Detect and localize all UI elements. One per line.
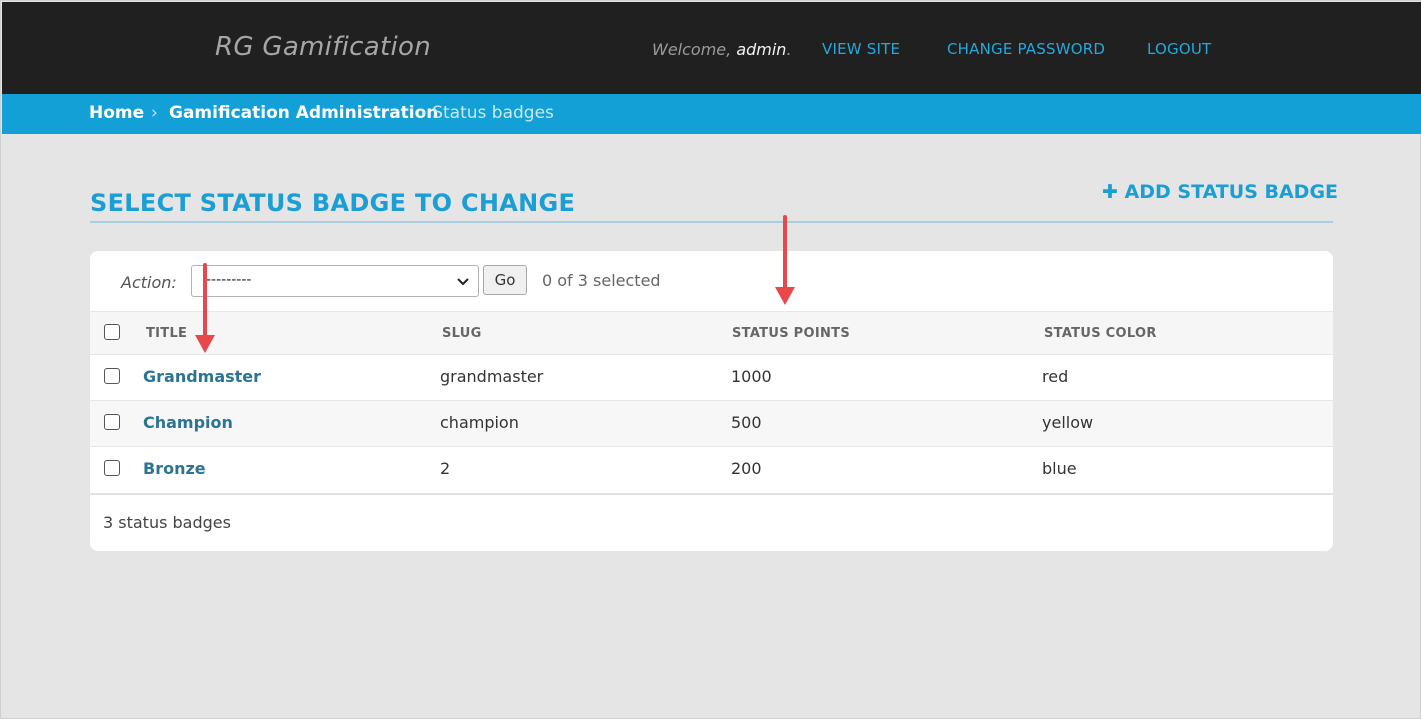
annotation-arrow-down-icon — [775, 215, 795, 305]
site-brand[interactable]: RG Gamification — [215, 32, 431, 62]
row-title-link[interactable]: Grandmaster — [143, 367, 261, 386]
row-slug: 2 — [440, 459, 451, 478]
annotation-arrow-down-icon — [195, 263, 215, 353]
column-header-title[interactable]: TITLE — [146, 326, 187, 341]
row-slug: grandmaster — [440, 367, 544, 386]
table-row: Grandmaster grandmaster 1000 red — [90, 355, 1333, 401]
column-header-status-points[interactable]: STATUS POINTS — [732, 326, 850, 341]
add-status-badge-label: ADD STATUS BADGE — [1124, 181, 1339, 203]
breadcrumb-home[interactable]: Home — [89, 103, 144, 123]
breadcrumb-current: › Status badges — [420, 103, 554, 123]
row-checkbox[interactable] — [104, 414, 120, 430]
table-row: Champion champion 500 yellow — [90, 401, 1333, 447]
welcome-username: admin — [736, 40, 787, 59]
action-label: Action: — [121, 273, 177, 292]
page-title: SELECT STATUS BADGE TO CHANGE — [90, 189, 576, 217]
breadcrumb: Home › Gamification Administration › Sta… — [2, 94, 1421, 134]
row-checkbox[interactable] — [104, 460, 120, 476]
change-password-link[interactable]: CHANGE PASSWORD — [947, 40, 1105, 58]
row-slug: champion — [440, 413, 519, 432]
column-header-status-color[interactable]: STATUS COLOR — [1044, 326, 1157, 341]
breadcrumb-separator: › — [151, 103, 158, 123]
welcome-text: Welcome, admin. — [652, 40, 792, 59]
table-row: Bronze 2 200 blue — [90, 447, 1333, 493]
logout-link[interactable]: LOGOUT — [1147, 40, 1211, 58]
row-title-link[interactable]: Champion — [143, 413, 233, 432]
view-site-link[interactable]: VIEW SITE — [822, 40, 900, 58]
row-checkbox[interactable] — [104, 368, 120, 384]
breadcrumb-app[interactable]: Gamification Administration — [169, 103, 438, 123]
table-footer-divider — [90, 493, 1333, 495]
header: RG Gamification Welcome, admin. VIEW SIT… — [2, 2, 1421, 94]
column-header-slug[interactable]: SLUG — [442, 326, 482, 341]
chevron-down-icon — [457, 271, 469, 295]
page-frame: RG Gamification Welcome, admin. VIEW SIT… — [0, 0, 1421, 719]
go-button[interactable]: Go — [483, 265, 527, 295]
welcome-prefix: Welcome, — [652, 40, 732, 59]
paginator: 3 status badges — [103, 513, 231, 532]
table-header: TITLE SLUG STATUS POINTS STATUS COLOR — [90, 311, 1333, 355]
title-divider — [90, 221, 1333, 223]
row-status-points: 1000 — [731, 367, 772, 386]
plus-icon: ✚ — [1102, 181, 1118, 203]
row-status-points: 200 — [731, 459, 762, 478]
row-title-link[interactable]: Bronze — [143, 459, 206, 478]
row-status-color: yellow — [1042, 413, 1094, 432]
action-select[interactable]: --------- — [191, 265, 479, 297]
select-all-checkbox[interactable] — [104, 324, 120, 340]
add-status-badge-button[interactable]: ✚ ADD STATUS BADGE — [1102, 181, 1338, 203]
welcome-suffix: . — [786, 40, 792, 59]
selected-count: 0 of 3 selected — [542, 271, 661, 290]
changelist-panel: Action: --------- Go 0 of 3 selected TIT… — [90, 251, 1333, 551]
row-status-points: 500 — [731, 413, 762, 432]
row-status-color: red — [1042, 367, 1069, 386]
row-status-color: blue — [1042, 459, 1077, 478]
